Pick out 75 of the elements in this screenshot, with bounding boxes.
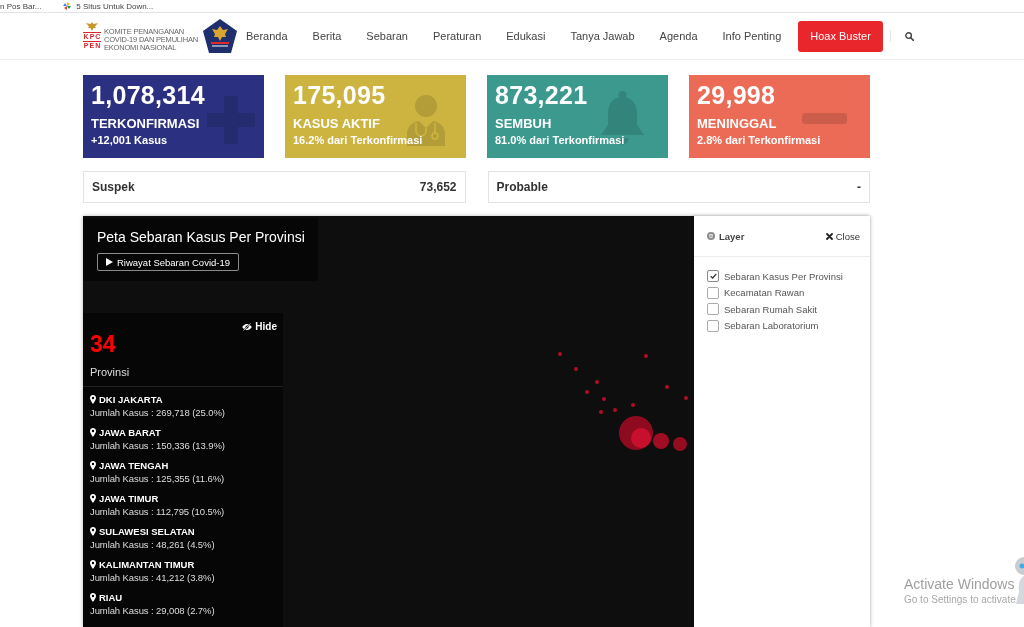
province-cases: Jumlah Kasus : 41,212 (3.8%) (90, 571, 215, 585)
province-cases: Jumlah Kasus : 125,355 (11.6%) (90, 472, 225, 486)
pentagon-emblem-icon (202, 19, 237, 53)
checkbox[interactable] (707, 286, 719, 299)
nav-link[interactable]: Agenda (659, 30, 698, 42)
stat-note: 81.0% dari Terkonfirmasi (495, 134, 625, 147)
stat-label: MENINGGAL (697, 116, 777, 131)
checkbox[interactable] (707, 303, 719, 316)
map-title: Peta Sebaran Kasus Per Provinsi (97, 228, 305, 246)
minus-icon (802, 113, 847, 124)
layer-option-label[interactable]: Sebaran Laboratorium (724, 320, 819, 332)
hoax-buster-button[interactable]: Hoax Buster (798, 20, 883, 52)
stat-note: 2.8% dari Terkonfirmasi (697, 134, 821, 147)
stat-note: +12,001 Kasus (91, 134, 168, 147)
stat-value: 175,095 (293, 81, 386, 110)
close-button[interactable]: Close (825, 230, 860, 242)
province-count-label: Provinsi (90, 366, 130, 379)
map-pin-icon (90, 461, 96, 470)
activation-title: Activate Windows (904, 576, 1015, 593)
map-pin-icon (90, 395, 96, 404)
map-area[interactable] (83, 216, 694, 627)
map-pin-icon (90, 560, 96, 569)
province-name[interactable]: RIAU (99, 592, 123, 603)
play-icon (106, 258, 113, 266)
map-pin-icon (90, 593, 96, 602)
stat-label: KASUS AKTIF (293, 116, 380, 131)
province-cases: Jumlah Kasus : 112,795 (10.5%) (90, 505, 225, 519)
province-name[interactable]: JAWA BARAT (99, 427, 161, 438)
history-button[interactable]: Riwayat Sebaran Covid-19 (97, 253, 239, 271)
bookmark-link[interactable]: n Pos Bar... (0, 1, 42, 11)
stat-label: SEMBUH (495, 116, 552, 131)
province-cases: Jumlah Kasus : 150,336 (13.9%) (90, 439, 225, 453)
province-cases: Jumlah Kasus : 269,718 (25.0%) (90, 406, 225, 420)
checkbox[interactable] (707, 270, 719, 283)
bookmark-link[interactable]: 5 Situs Untuk Down... (63, 1, 154, 11)
map-pin-icon (90, 494, 96, 503)
search-icon[interactable] (904, 31, 914, 41)
nav-link[interactable]: Tanya Jawab (570, 30, 635, 42)
province-name[interactable]: SULAWESI SELATAN (99, 526, 195, 537)
map-pin-icon (90, 428, 96, 437)
summary-label: Suspek (92, 180, 135, 194)
layers-icon (707, 232, 715, 240)
close-icon (825, 232, 833, 240)
nav-link[interactable]: Edukasi (506, 30, 546, 42)
summary-value: - (857, 180, 861, 194)
checkbox[interactable] (707, 319, 719, 332)
summary-label: Probable (496, 180, 548, 194)
province-name[interactable]: JAWA TIMUR (99, 493, 159, 504)
layer-option-label[interactable]: Sebaran Kasus Per Provinsi (724, 270, 843, 282)
province-count: 34 (90, 331, 116, 357)
map-pin-icon (90, 527, 96, 536)
nav-link[interactable]: Berita (312, 30, 342, 42)
stat-value: 1,078,314 (91, 81, 205, 110)
stat-value: 29,998 (697, 81, 776, 110)
province-name[interactable]: JAWA TENGAH (99, 460, 169, 471)
layer-option-label[interactable]: Sebaran Rumah Sakit (724, 303, 817, 315)
stat-value: 873,221 (495, 81, 588, 110)
nav-link[interactable]: Peraturan (432, 30, 482, 42)
province-cases: Jumlah Kasus : 29,008 (2.7%) (90, 604, 215, 618)
province-cases: Jumlah Kasus : 48,261 (4.5%) (90, 538, 215, 552)
layer-option-label[interactable]: Kecamatan Rawan (724, 287, 805, 299)
check-icon (709, 273, 717, 280)
province-name[interactable]: DKI JAKARTA (99, 394, 163, 405)
nav-link[interactable]: Sebaran (366, 30, 408, 42)
nav-link[interactable]: Beranda (246, 30, 288, 42)
stat-note: 16.2% dari Terkonfirmasi (293, 134, 423, 147)
stat-label: TERKONFIRMASI (91, 116, 200, 131)
summary-value: 73,652 (419, 180, 457, 194)
layer-title: Layer (719, 230, 745, 242)
emblem-icon (86, 22, 98, 31)
province-name[interactable]: KALIMANTAN TIMUR (99, 559, 195, 570)
nav-link[interactable]: Info Penting (722, 30, 782, 42)
hide-button[interactable]: Hide (242, 321, 277, 332)
activation-text: Go to Settings to activate (904, 593, 1016, 606)
eye-slash-icon (242, 322, 253, 331)
